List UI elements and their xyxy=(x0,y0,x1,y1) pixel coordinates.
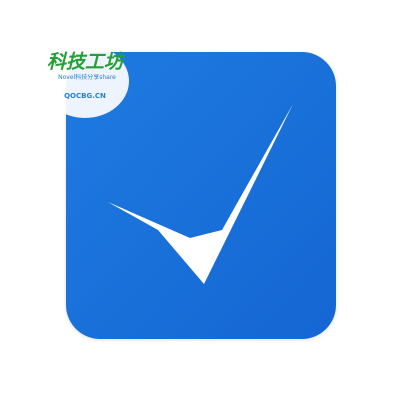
watermark-domain: QOCBG.CN xyxy=(64,92,106,100)
screenshot-canvas: 科技工坊 Novel科技分享share QOCBG.CN xyxy=(0,0,400,400)
watermark-subtitle: Novel科技分享share xyxy=(58,74,116,81)
watermark-title: 科技工坊 xyxy=(46,51,123,73)
watermark-badge: 科技工坊 Novel科技分享share QOCBG.CN xyxy=(41,44,129,118)
